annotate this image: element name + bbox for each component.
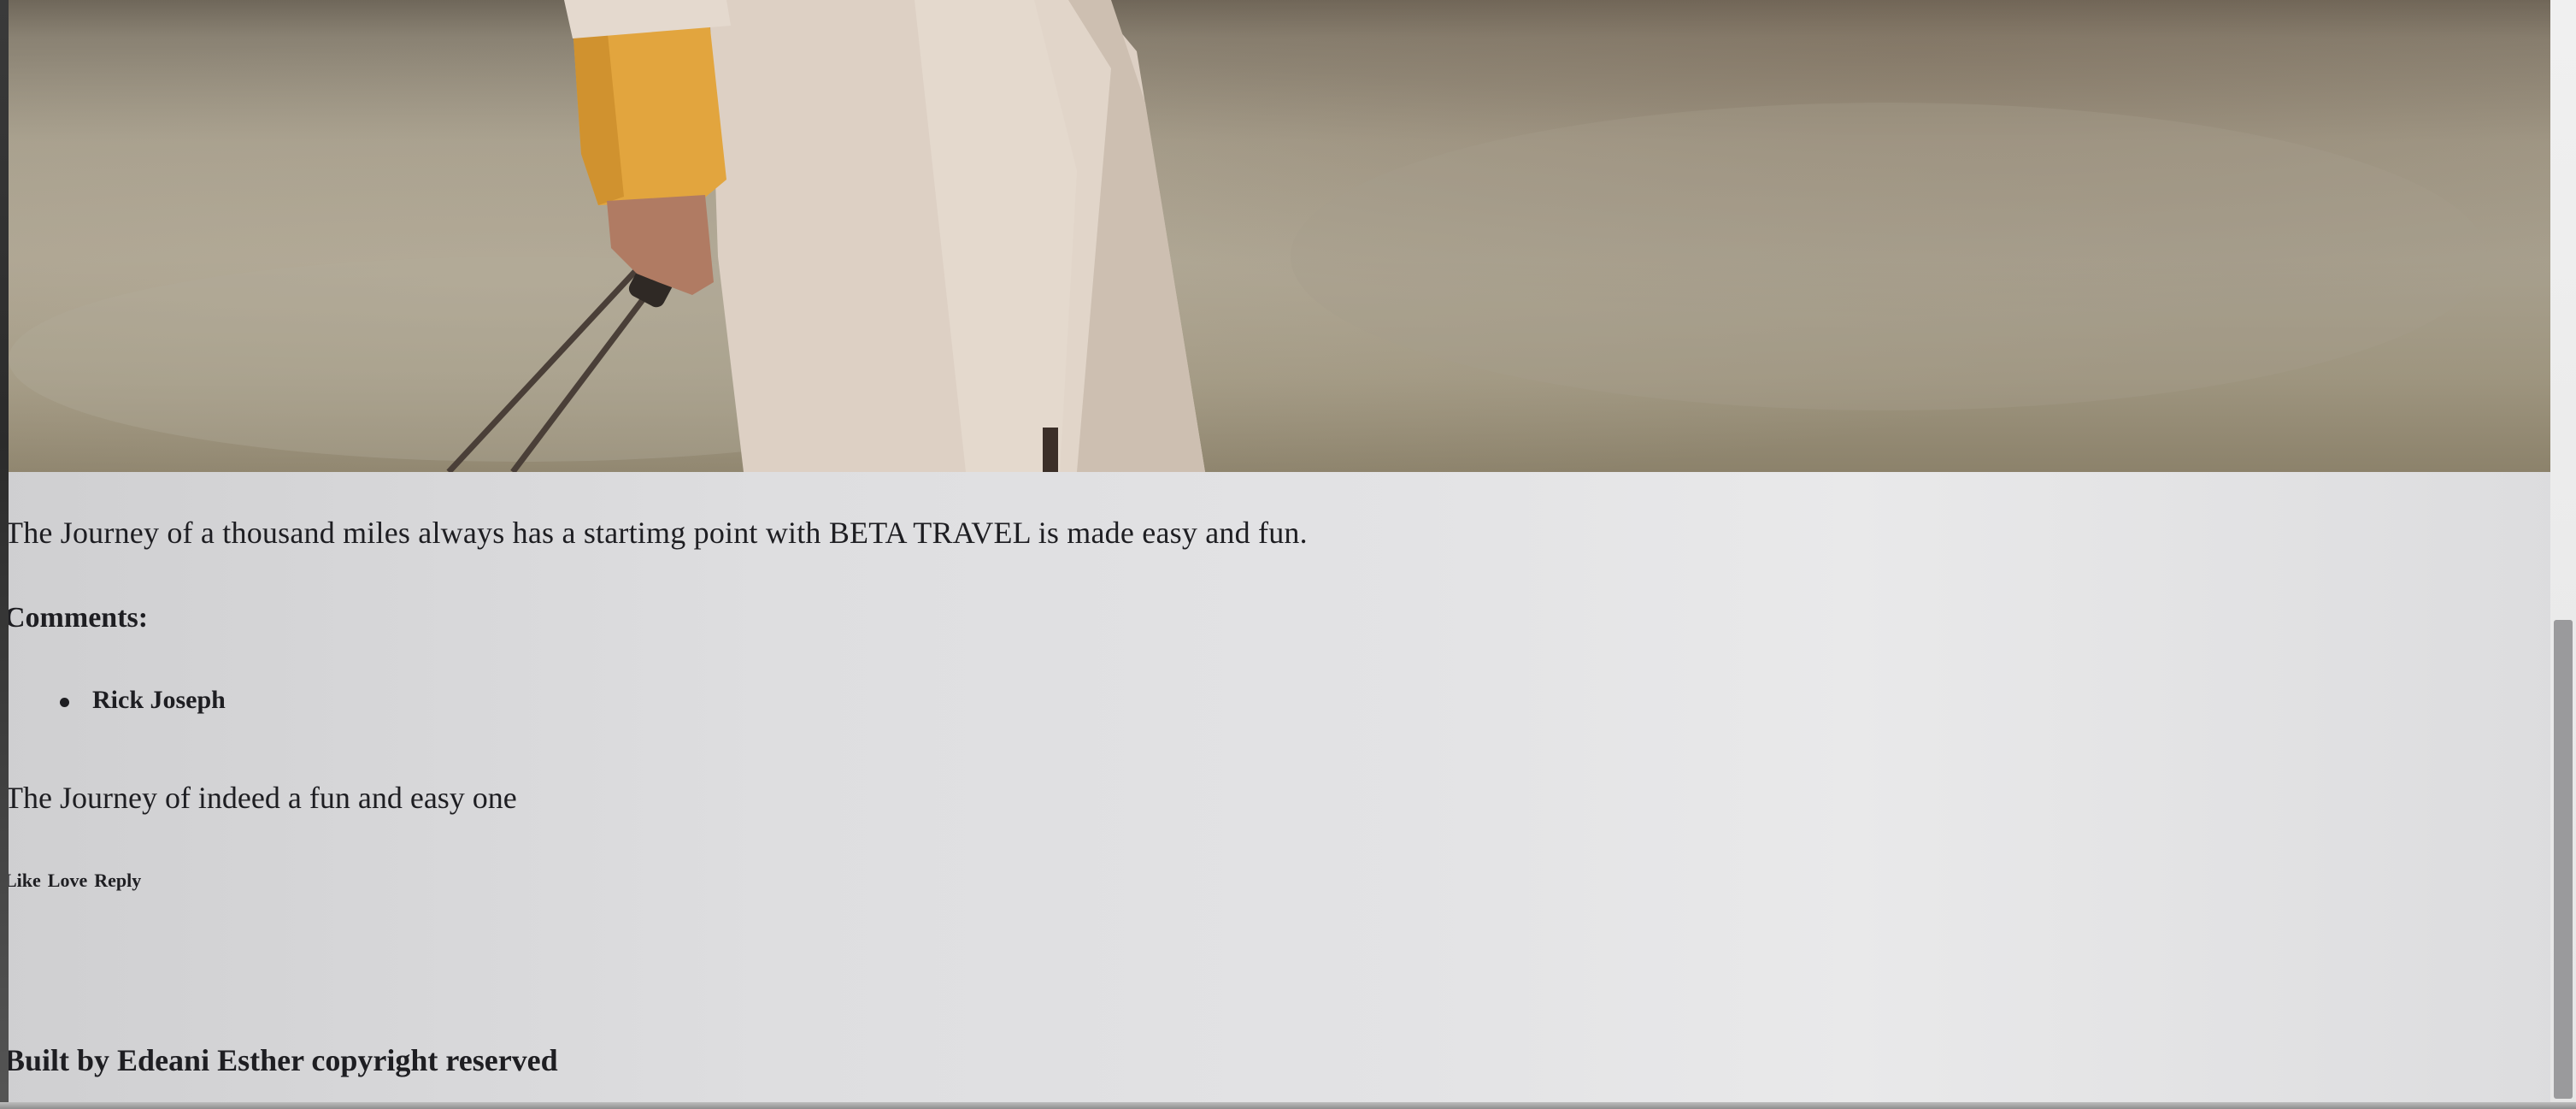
- comment-text: The Journey of indeed a fun and easy one: [4, 781, 517, 815]
- comment-actions: Like Love Reply: [4, 870, 148, 892]
- hero-travel-photo: [9, 0, 2550, 472]
- scrollbar-thumb[interactable]: [2554, 620, 2573, 1099]
- footer-credit: Built by Edeani Esther copyright reserve…: [4, 1043, 558, 1077]
- screen-bezel-bottom: [0, 1102, 2576, 1109]
- comment-author: Rick Joseph: [60, 686, 226, 715]
- comments-heading: Comments:: [4, 602, 149, 634]
- comment-list: Rick Joseph: [60, 686, 226, 715]
- love-action[interactable]: Love: [48, 870, 87, 891]
- post-intro-text: The Journey of a thousand miles always h…: [4, 516, 1308, 550]
- like-action[interactable]: Like: [4, 870, 41, 891]
- reply-action[interactable]: Reply: [94, 870, 141, 891]
- screen-bezel-left: [0, 0, 9, 1109]
- browser-viewport: The Journey of a thousand miles always h…: [0, 0, 2576, 1109]
- traveler-illustration: [9, 0, 2487, 472]
